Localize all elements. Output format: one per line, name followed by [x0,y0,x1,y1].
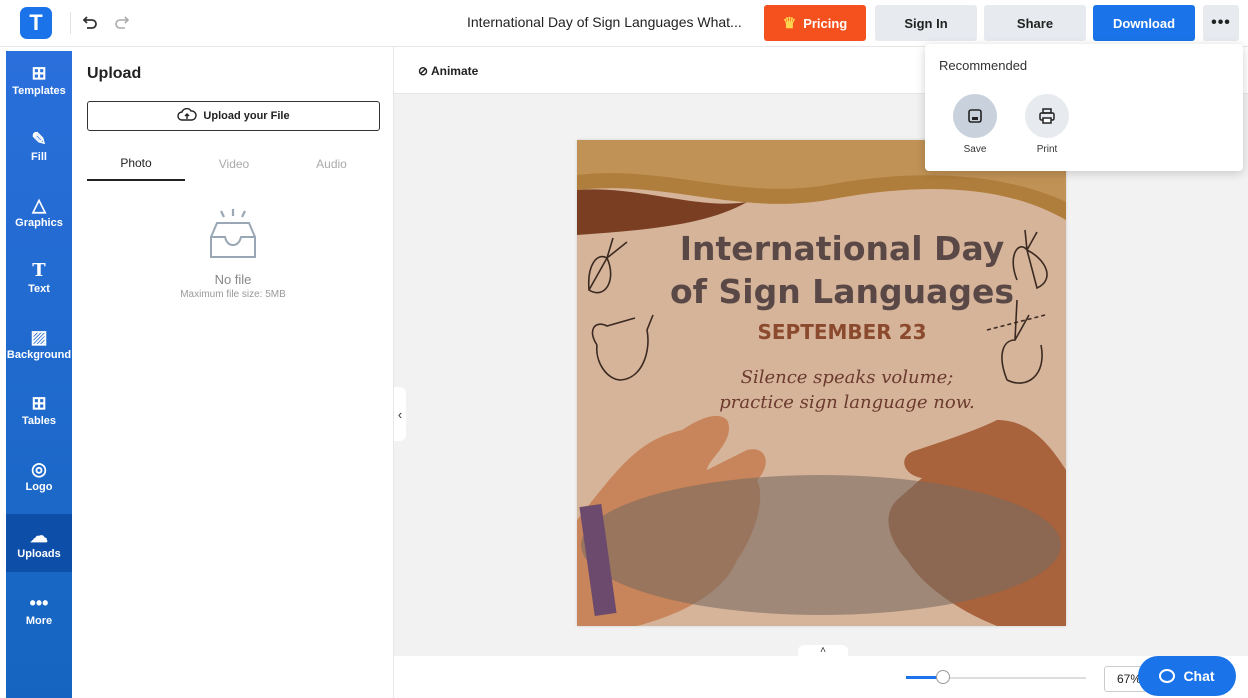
sign-in-button[interactable]: Sign In [875,5,977,41]
tab-video[interactable]: Video [185,147,283,181]
zoom-slider-handle[interactable] [936,670,950,684]
toolbar-divider [70,12,71,34]
background-icon: ▨ [30,326,48,347]
download-button[interactable]: Download [1093,5,1195,41]
rail-item-label: Templates [12,84,66,97]
rail-item-label: Fill [31,150,47,163]
upload-cloud-icon [177,107,198,125]
tab-audio[interactable]: Audio [283,147,380,181]
chat-label: Chat [1183,668,1215,684]
rail-item-label: Logo [25,480,53,493]
rail-item-label: Text [28,282,50,295]
pencil-icon: ✎ [31,128,47,149]
design-canvas[interactable]: International Day of Sign Languages SEPT… [577,140,1066,626]
rail-item-label: Background [6,348,72,361]
logo-icon: ◎ [31,458,47,479]
rail-item-label: Tables [21,414,57,427]
panel-title: Upload [87,65,142,82]
tab-photo[interactable]: Photo [87,147,185,181]
tool-rail: ⊞ Templates ✎ Fill △ Graphics T Text ▨ B… [6,51,72,698]
zoom-bar: 67% Chat [394,656,1248,698]
crown-icon: ♛ [782,15,797,32]
templates-icon: ⊞ [31,62,47,83]
upload-cloud-icon: ☁ [30,525,48,546]
animate-icon: ⊘ [418,64,429,78]
shapes-icon: △ [32,194,46,215]
save-label: Save [963,144,987,155]
print-label: Print [1036,144,1058,155]
pricing-button[interactable]: ♛ Pricing [764,5,866,41]
top-bar: T International Day of Sign Languages Wh… [0,0,1248,47]
chat-button[interactable]: Chat [1138,656,1236,696]
chat-bubble-icon [1159,669,1176,683]
design-date[interactable]: SEPTEMBER 23 [637,320,1047,344]
upload-file-label: Upload your File [203,110,290,122]
rail-item-label: Graphics [15,216,63,229]
empty-file-limit: Maximum file size: 5MB [180,289,286,300]
animate-label: Animate [430,64,479,78]
text-icon: T [32,259,46,281]
design-title-line1[interactable]: International Day [637,227,1047,270]
more-dots-icon: ••• [29,592,49,613]
rail-item-background[interactable]: ▨ Background [6,315,72,373]
pricing-label: Pricing [803,15,848,31]
rail-item-logo[interactable]: ◎ Logo [6,447,72,505]
rail-item-uploads[interactable]: ☁ Uploads [6,514,72,572]
empty-state: No file Maximum file size: 5MB [72,207,394,300]
save-icon [953,94,997,138]
print-icon [1025,94,1069,138]
rail-item-label: Uploads [17,547,61,560]
app-logo[interactable]: T [20,7,52,39]
print-menu-item[interactable]: Print [1022,94,1072,155]
empty-inbox-icon [205,209,261,265]
design-quote-line1[interactable]: Silence speaks volume; [677,367,1017,388]
rail-item-label: More [25,614,53,627]
chevron-left-icon: ‹ [397,406,403,422]
design-quote-line2[interactable]: practice sign language now. [677,392,1017,413]
chevron-up-icon: ˄ [820,645,826,656]
upload-panel: Upload Upload your File Photo Video Audi… [72,47,394,698]
upload-file-button[interactable]: Upload your File [87,101,380,131]
rail-item-text[interactable]: T Text [6,249,72,307]
design-title-line2[interactable]: of Sign Languages [637,270,1047,313]
redo-icon[interactable] [110,11,134,35]
save-menu-item[interactable]: Save [950,94,1000,155]
rail-item-fill[interactable]: ✎ Fill [6,117,72,175]
more-options-button[interactable]: ••• [1203,5,1239,41]
media-tabs: Photo Video Audio [87,147,380,183]
undo-icon[interactable] [78,11,102,35]
share-button[interactable]: Share [984,5,1086,41]
empty-title: No file [214,272,252,287]
menu-section-title: Recommended [939,58,1028,73]
collapse-panel-button[interactable]: ‹ [394,387,406,441]
document-title[interactable]: International Day of Sign Languages What… [467,14,742,30]
more-options-menu: Recommended Save Print [925,44,1243,171]
table-icon: ⊞ [31,392,47,413]
animate-button[interactable]: ⊘ Animate [418,64,478,78]
rail-item-templates[interactable]: ⊞ Templates [6,51,72,109]
rail-item-tables[interactable]: ⊞ Tables [6,381,72,439]
rail-item-graphics[interactable]: △ Graphics [6,183,72,241]
rail-item-more[interactable]: ••• More [6,581,72,639]
